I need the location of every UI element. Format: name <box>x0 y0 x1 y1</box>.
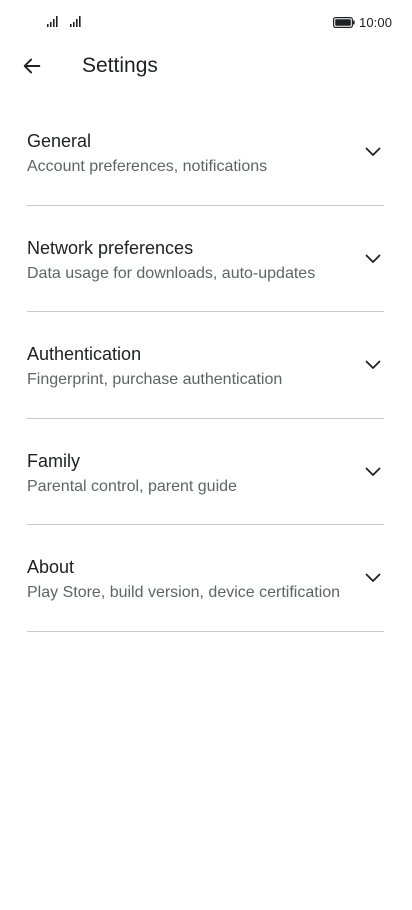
divider <box>27 630 384 632</box>
setting-subtitle: Fingerprint, purchase authentication <box>27 371 283 388</box>
app-bar: Settings <box>0 44 412 90</box>
setting-subtitle: Parental control, parent guide <box>27 477 237 495</box>
settings-list: General Account preferences, notificatio… <box>0 99 412 632</box>
setting-authentication[interactable]: Authentication Fingerprint, purchase aut… <box>0 312 412 419</box>
back-arrow-icon <box>23 58 41 74</box>
setting-title: General <box>27 131 92 151</box>
setting-title: About <box>27 557 75 577</box>
signal-icon <box>70 16 81 27</box>
chevron-down-icon[interactable] <box>361 144 385 160</box>
setting-title: Authentication <box>27 344 142 364</box>
chevron-down-icon[interactable] <box>361 357 385 373</box>
setting-subtitle: Account preferences, notifications <box>27 158 268 175</box>
back-button[interactable] <box>14 48 50 84</box>
setting-family[interactable]: Family Parental control, parent guide <box>0 419 412 525</box>
chevron-down-icon[interactable] <box>361 570 385 586</box>
setting-about[interactable]: About Play Store, build version, device … <box>0 525 412 632</box>
setting-general[interactable]: General Account preferences, notificatio… <box>0 99 412 206</box>
setting-network-preferences[interactable]: Network preferences Data usage for downl… <box>0 206 412 312</box>
status-time: 10:00 <box>359 15 393 30</box>
battery-icon <box>333 17 355 28</box>
setting-title: Network preferences <box>27 237 194 258</box>
page-title: Settings <box>82 54 158 77</box>
chevron-down-icon[interactable] <box>361 251 385 267</box>
status-bar: 10:00 <box>0 0 412 44</box>
setting-subtitle: Data usage for downloads, auto-updates <box>27 264 316 282</box>
signal-icon <box>47 16 58 27</box>
setting-title: Family <box>27 450 80 471</box>
setting-subtitle: Play Store, build version, device certif… <box>27 584 341 601</box>
chevron-down-icon[interactable] <box>361 464 385 480</box>
